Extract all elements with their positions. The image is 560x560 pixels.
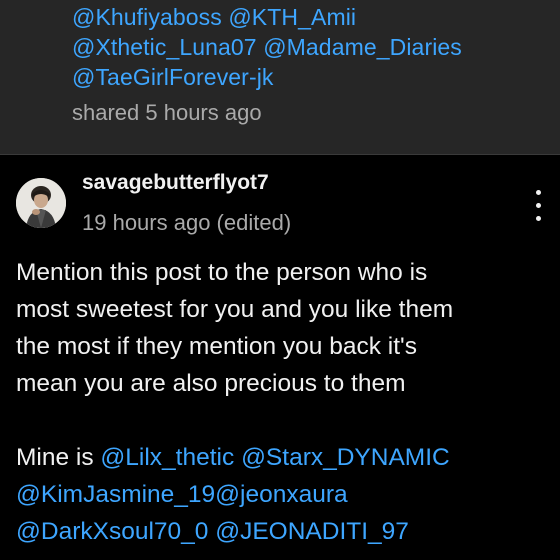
post-body-line: the most if they mention you back it's [16, 333, 417, 360]
community-post-page: @Khufiyaboss @KTH_Amii @Xthetic_Luna07 @… [0, 0, 560, 560]
mention-link[interactable]: @KimJasmine_19 [16, 481, 215, 508]
community-post: savagebutterflyot7 19 hours ago (edited)… [0, 155, 560, 560]
more-vert-icon[interactable] [526, 189, 550, 223]
mention-link[interactable]: @Xthetic_Luna07 [72, 34, 257, 60]
mention-link[interactable]: @DarkXsoul70_0 [16, 518, 208, 545]
post-body-line: most sweetest for you and you like them [16, 296, 454, 323]
shared-mentions-line-1: @Khufiyaboss @KTH_Amii [72, 4, 356, 31]
mention-link[interactable]: @TaeGirlForever-jk [72, 64, 274, 90]
post-mentions-line-2: @KimJasmine_19@jeonxaura [16, 481, 348, 509]
post-timestamp: 19 hours ago (edited) [82, 210, 292, 235]
mention-link[interactable]: @Lilx_thetic [100, 444, 234, 471]
mention-link[interactable]: @JEONADITI_97 [215, 518, 409, 545]
post-author-name[interactable]: savagebutterflyot7 [82, 171, 269, 195]
post-body-line: Mention this post to the person who is [16, 259, 428, 286]
mention-link[interactable]: @Madame_Diaries [263, 34, 462, 60]
mention-link[interactable]: @Khufiyaboss [72, 4, 222, 30]
mention-link[interactable]: @KTH_Amii [228, 4, 356, 30]
post-mentions-line-3: @DarkXsoul70_0 @JEONADITI_97 [16, 518, 409, 546]
post-body-line: mean you are also precious to them [16, 370, 406, 397]
shared-timestamp: shared 5 hours ago [72, 100, 262, 125]
shared-post-card: @Khufiyaboss @KTH_Amii @Xthetic_Luna07 @… [0, 0, 560, 155]
user-avatar[interactable] [16, 178, 66, 228]
post-mentions-line-1: Mine is @Lilx_thetic @Starx_DYNAMIC [16, 444, 450, 472]
mention-link[interactable]: @Starx_DYNAMIC [241, 444, 450, 471]
avatar-image [16, 178, 66, 228]
shared-mentions-line-2: @Xthetic_Luna07 @Madame_Diaries [72, 34, 462, 61]
shared-mentions-line-3: @TaeGirlForever-jk [72, 64, 274, 91]
mine-prefix: Mine is [16, 444, 94, 471]
mention-link[interactable]: @jeonxaura [215, 481, 347, 508]
